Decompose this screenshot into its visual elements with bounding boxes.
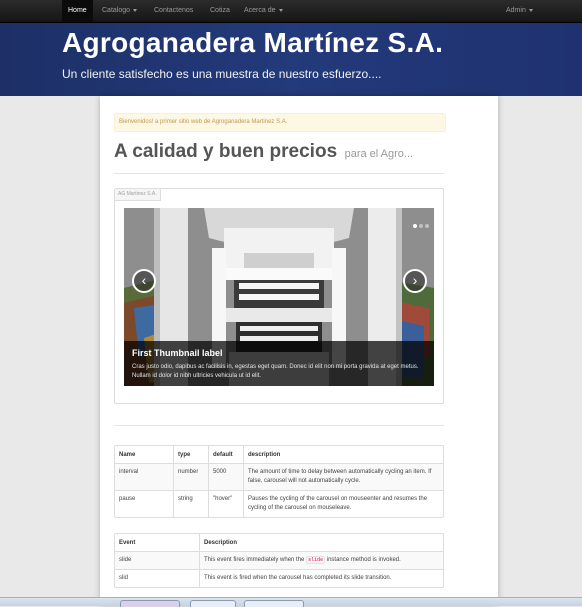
- table-header-row: Event Description: [115, 534, 443, 551]
- nav-home[interactable]: Home: [62, 0, 93, 22]
- table-row: slid This event is fired when the carous…: [115, 569, 443, 587]
- top-navbar: Home Catalogo Contactenos Cotiza Acerca …: [0, 0, 582, 23]
- column-header: description: [243, 446, 443, 463]
- heading-subtext: para el Agro...: [344, 148, 414, 160]
- description-text: This event fires immediately when the: [204, 557, 305, 563]
- page-heading: A calidad y buen precios para el Agro...: [114, 141, 413, 163]
- image-carousel[interactable]: ‹ › First Thumbnail label Cras justo odi…: [124, 208, 434, 386]
- table-cell: pause: [115, 490, 173, 517]
- hero-header: Agroganadera Martínez S.A. Un cliente sa…: [0, 23, 582, 96]
- caption-title: First Thumbnail label: [132, 348, 223, 358]
- caret-down-icon: [528, 8, 533, 12]
- description-text: instance method is invoked.: [326, 557, 401, 563]
- divider: [114, 425, 444, 426]
- table-cell: "hover": [208, 490, 243, 517]
- column-header: Name: [119, 451, 136, 458]
- welcome-alert: Bienvenidos! a primer sitio web de Agrog…: [114, 113, 446, 132]
- column-header: default: [208, 446, 243, 463]
- taskbar-button[interactable]: [120, 600, 180, 607]
- table-cell: number: [173, 463, 208, 490]
- site-title: Agroganadera Martínez S.A.: [62, 27, 444, 58]
- indicator-dot[interactable]: [413, 224, 417, 228]
- content-panel: Bienvenidos! a primer sitio web de Agrog…: [100, 96, 498, 605]
- nav-admin-label: Admin: [506, 7, 526, 14]
- events-table: Event Description slide This event fires…: [114, 533, 444, 588]
- carousel-next-button[interactable]: ›: [403, 269, 427, 293]
- site-subtitle: Un cliente satisfecho es una muestra de …: [62, 67, 382, 81]
- caret-down-icon: [133, 8, 138, 12]
- nav-contactenos-label: Contactenos: [154, 7, 194, 14]
- carousel-prev-button[interactable]: ‹: [132, 269, 156, 293]
- options-table: Name type default description interval n…: [114, 445, 444, 518]
- caption-text: Cras justo odio, dapibus ac facilisis in…: [132, 364, 419, 379]
- taskbar-button[interactable]: [190, 600, 236, 607]
- table-cell: This event is fired when the carousel ha…: [199, 569, 443, 587]
- nav-admin-dropdown[interactable]: Admin: [500, 0, 539, 22]
- table-row: slide This event fires immediately when …: [115, 551, 443, 569]
- chevron-left-icon: ‹: [141, 272, 147, 288]
- table-cell: This event fires immediately when the sl…: [199, 551, 443, 569]
- table-cell: The amount of time to delay between auto…: [243, 463, 443, 490]
- heading-main: A calidad y buen precios: [114, 141, 338, 162]
- table-row: pause string "hover" Pauses the cycling …: [115, 490, 443, 517]
- carousel-indicators: [411, 215, 429, 233]
- indicator-dot[interactable]: [419, 224, 423, 228]
- nav-cotiza-label: Cotiza: [210, 7, 230, 14]
- table-cell: Pauses the cycling of the carousel on mo…: [243, 490, 443, 517]
- example-tag: AG Martinez S.A.: [115, 189, 161, 201]
- column-header: Event: [119, 539, 136, 546]
- nav-catalogo-dropdown[interactable]: Catalogo: [96, 0, 143, 22]
- column-header: Description: [199, 534, 443, 551]
- indicator-dot[interactable]: [425, 224, 429, 228]
- table-cell: interval: [115, 463, 173, 490]
- caret-down-icon: [278, 8, 283, 12]
- divider: [114, 173, 444, 174]
- table-header-row: Name type default description: [115, 446, 443, 463]
- nav-home-label: Home: [68, 7, 87, 14]
- table-cell: string: [173, 490, 208, 517]
- table-cell: 5000: [208, 463, 243, 490]
- taskbar-button[interactable]: [244, 600, 304, 607]
- column-header: type: [173, 446, 208, 463]
- nav-contactenos[interactable]: Contactenos: [148, 0, 199, 22]
- carousel-example: AG Martinez S.A. ‹ › First Thumbnail lab…: [114, 188, 444, 404]
- nav-acerca-label: Acerca de: [244, 7, 276, 14]
- inline-code: slide: [306, 556, 326, 564]
- nav-acerca-dropdown[interactable]: Acerca de: [238, 0, 289, 22]
- nav-cotiza[interactable]: Cotiza: [204, 0, 236, 22]
- carousel-caption: First Thumbnail label Cras justo odio, d…: [124, 341, 434, 386]
- table-cell: slid: [115, 569, 199, 587]
- table-row: interval number 5000 The amount of time …: [115, 463, 443, 490]
- nav-catalogo-label: Catalogo: [102, 7, 131, 14]
- table-cell: slide: [115, 551, 199, 569]
- chevron-right-icon: ›: [412, 272, 418, 288]
